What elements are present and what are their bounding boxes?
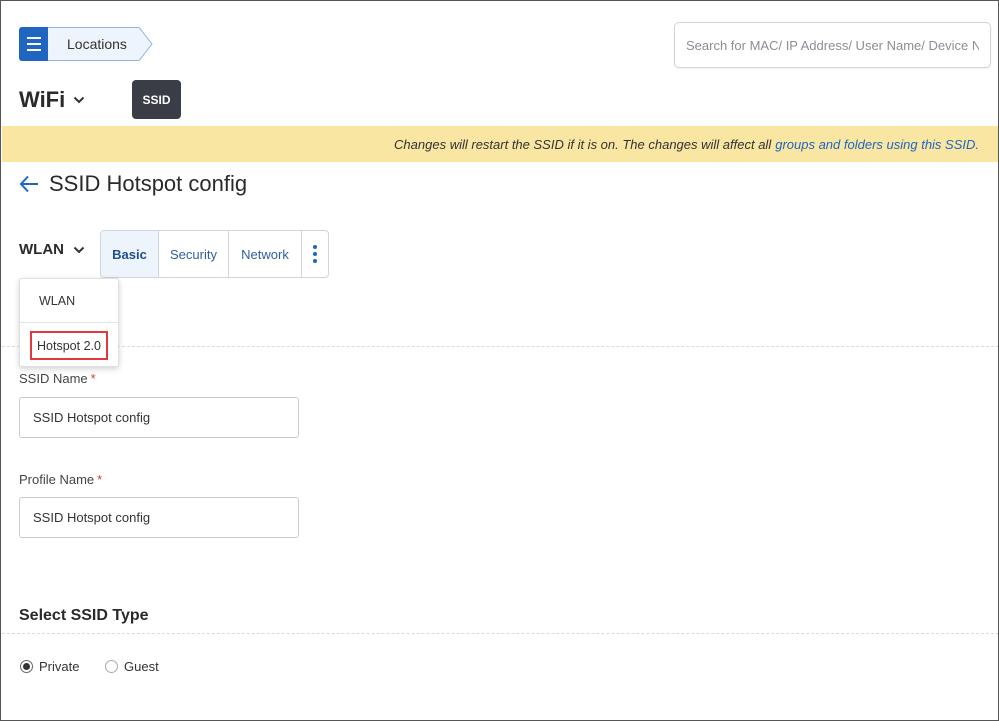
more-tabs-button[interactable] (302, 231, 328, 277)
arrow-left-icon[interactable] (19, 174, 39, 194)
ssid-name-label: SSID Name * (19, 371, 96, 386)
page-title: SSID Hotspot config (49, 171, 248, 196)
dropdown-option-wlan[interactable]: WLAN (20, 294, 118, 308)
chevron-down-icon (74, 96, 85, 104)
wlan-type-selector[interactable]: WLAN (19, 241, 85, 258)
kebab-vertical-icon-dot (313, 252, 317, 256)
section-divider (2, 346, 998, 347)
chevron-down-icon (73, 246, 85, 253)
ssid-name-label-text: SSID Name (19, 371, 88, 386)
radio-guest[interactable]: Guest (105, 659, 159, 674)
radio-private[interactable]: Private (20, 659, 79, 674)
kebab-vertical-icon-dot (313, 259, 317, 263)
ssid-badge: SSID (132, 80, 181, 119)
hamburger-icon-bar (26, 37, 41, 39)
product-selector[interactable]: WiFi (19, 87, 85, 113)
search-input[interactable] (674, 22, 991, 68)
banner-text: Changes will restart the SSID if it is o… (394, 136, 772, 152)
radio-private-label: Private (39, 659, 80, 674)
required-mark: * (97, 472, 103, 487)
ssid-type-heading: Select SSID Type (19, 607, 149, 624)
app-window: Locations WiFi SSID Changes will restart… (0, 0, 999, 721)
breadcrumb-locations[interactable]: Locations (48, 27, 139, 61)
wlan-type-dropdown: WLAN Hotspot 2.0 (19, 278, 119, 367)
hamburger-menu-button[interactable] (19, 27, 48, 61)
warning-banner: Changes will restart the SSID if it is o… (2, 126, 998, 162)
profile-name-label-text: Profile Name (19, 472, 95, 487)
dropdown-option-hotspot[interactable]: Hotspot 2.0 (30, 331, 108, 360)
radio-unchecked-icon (105, 660, 118, 673)
kebab-vertical-icon-dot (313, 245, 317, 249)
breadcrumb: Locations (19, 27, 153, 61)
radio-guest-label: Guest (124, 659, 159, 674)
hamburger-icon-bar (26, 43, 41, 45)
config-tabs: Basic Security Network (100, 230, 329, 278)
section-divider (2, 633, 998, 634)
tab-basic[interactable]: Basic (101, 231, 159, 277)
page-header: SSID Hotspot config (19, 171, 247, 197)
hamburger-icon-bar (26, 49, 41, 51)
wlan-selector-label: WLAN (19, 241, 64, 258)
profile-name-label: Profile Name * (19, 472, 102, 487)
breadcrumb-arrow-icon (138, 27, 153, 61)
product-title: WiFi (19, 87, 66, 112)
radio-checked-icon (20, 660, 33, 673)
profile-name-input[interactable] (19, 497, 299, 538)
required-mark: * (90, 371, 96, 386)
tab-network[interactable]: Network (229, 231, 302, 277)
dropdown-divider (20, 322, 118, 323)
tab-security[interactable]: Security (159, 231, 229, 277)
banner-link[interactable]: groups and folders using this SSID. (775, 137, 979, 152)
ssid-name-input[interactable] (19, 397, 299, 438)
